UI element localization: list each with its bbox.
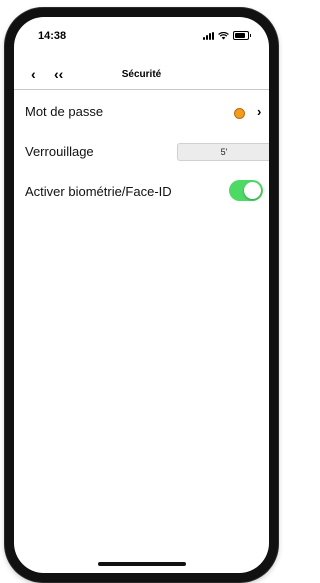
page-title: Sécurité [121,69,162,80]
signal-icon [203,31,214,40]
wifi-icon [218,31,229,39]
biometry-row: Activer biométrie/Face-ID [14,179,269,205]
biometry-label: Activer biométrie/Face-ID [25,184,172,199]
password-status-dot-icon [234,108,245,119]
toggle-knob [244,182,261,199]
chevron-right-icon[interactable]: › [257,104,261,119]
password-label: Mot de passe [25,104,104,119]
status-time: 14:38 [38,30,67,42]
lock-row: Verrouillage 5' [14,139,269,165]
battery-icon [233,31,251,40]
lock-delay-select[interactable]: 5' [177,143,269,161]
password-row[interactable]: Mot de passe › [14,99,269,125]
lock-label: Verrouillage [25,144,94,159]
home-indicator[interactable] [98,562,186,566]
nav-bar: ‹ ‹‹ Sécurité [14,63,269,90]
screen: 14:38 ‹ ‹‹ Sécurité Mot de passe › Verro… [14,17,269,573]
status-bar: 14:38 [14,17,269,55]
phone-frame: 14:38 ‹ ‹‹ Sécurité Mot de passe › Verro… [5,8,278,582]
status-icons [203,31,251,40]
biometry-toggle[interactable] [229,180,263,201]
